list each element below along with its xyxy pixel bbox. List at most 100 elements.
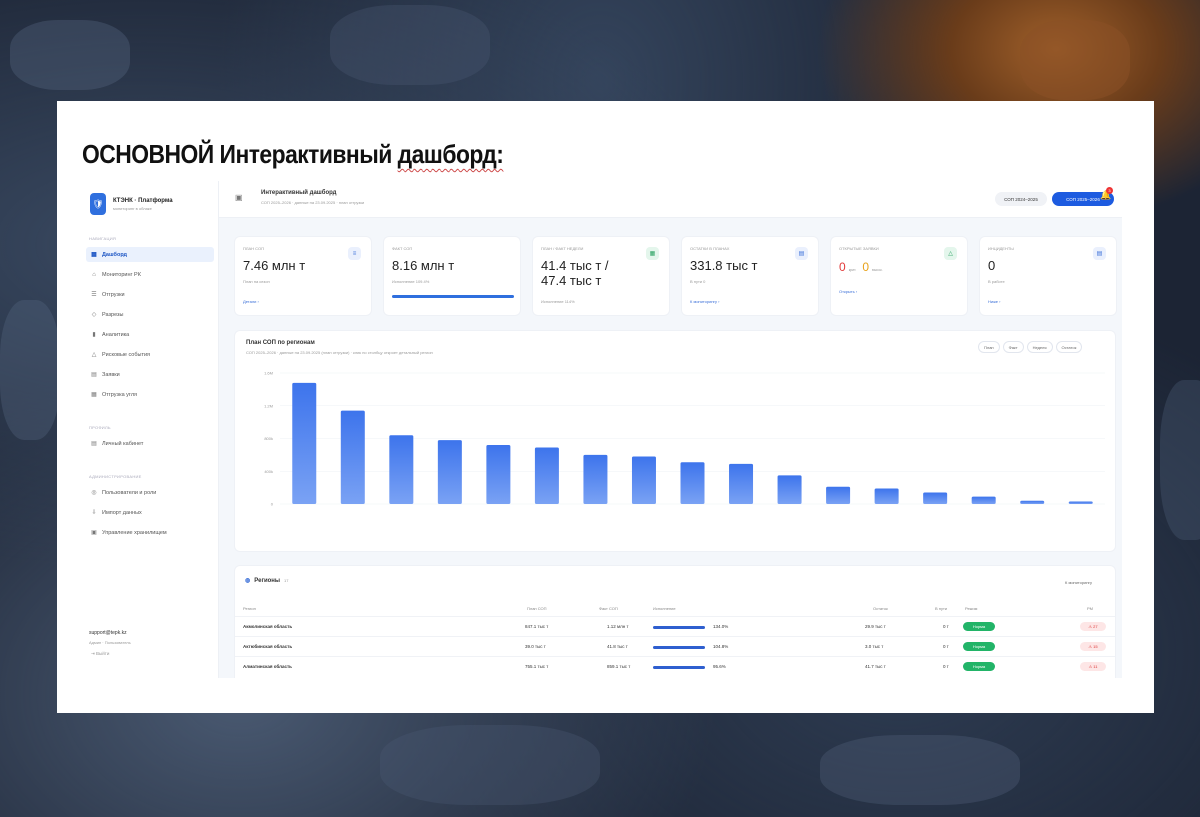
col-header-fact[interactable]: Факт СОП	[599, 606, 618, 611]
sidebar: 🛡 КТЭНК · Платформа мониторинг в облаке …	[82, 181, 219, 678]
slide-title: ОСНОВНОЙ Интерактивный дашборд:	[82, 139, 504, 170]
kpi-split-values: 0 крит. 0 высок.	[839, 260, 889, 274]
period-button-2024[interactable]: СОП 2024–2025	[995, 192, 1047, 206]
sidebar-item-monitoring[interactable]: ⌂ Мониторинг РК	[86, 267, 214, 282]
col-header-mode[interactable]: Режим	[965, 606, 977, 611]
critical-count: 0	[839, 260, 846, 274]
background-stone	[820, 735, 1020, 805]
chart-bar[interactable]	[923, 492, 948, 504]
kpi-monitoring-link[interactable]: К мониторингу ›	[690, 299, 719, 304]
kpi-card-incidents[interactable]: ИНЦИДЕНТЫ 0 В работе Ниже › ▤	[980, 237, 1116, 315]
col-header-way[interactable]: В пути	[935, 606, 947, 611]
table-row[interactable]: Актюбинская область 39.0 тыс т 41.8 тыс …	[235, 636, 1115, 656]
cell-fact: 41.8 тыс т	[607, 644, 628, 649]
kpi-below-link[interactable]: Ниже ›	[988, 299, 1000, 304]
chart-bar[interactable]	[583, 454, 608, 504]
sidebar-item-requests[interactable]: ▤ Заявки	[86, 367, 214, 382]
sidebar-item-label: Отгрузки	[102, 291, 125, 298]
chart-bar[interactable]	[826, 486, 851, 504]
notification-badge: 3	[1106, 187, 1113, 194]
table-row[interactable]: Алматинская область 755.1 тыс т 859.1 ты…	[235, 656, 1115, 676]
sidebar-item-storage[interactable]: ▣ Управление хранилищем	[86, 525, 214, 540]
calendar-icon: ▦	[646, 247, 659, 260]
list-icon: ☰	[91, 292, 97, 298]
logout-button[interactable]: ⇥ Выйти	[89, 651, 131, 657]
chart-tab-fact[interactable]: Факт	[1002, 341, 1024, 353]
sidebar-footer: support@tepk.kz Админ · Пользователь ⇥ В…	[89, 630, 131, 657]
chart-bar[interactable]	[680, 462, 705, 504]
chart-bar[interactable]	[340, 410, 365, 504]
chart-bar[interactable]	[777, 475, 802, 504]
chart-bar[interactable]	[729, 463, 754, 504]
download-icon: ⇩	[91, 510, 97, 516]
sidebar-item-personal-account[interactable]: ▤ Личный кабинет	[86, 436, 214, 451]
brand[interactable]: 🛡 КТЭНК · Платформа мониторинг в облаке	[90, 193, 173, 215]
col-header-rest[interactable]: Остаток	[873, 606, 888, 611]
y-tick-label: 400k	[264, 469, 273, 474]
shield-icon: 🛡	[90, 193, 106, 215]
rm-badge: ⚠ 11	[1080, 662, 1106, 671]
chart-bar[interactable]	[874, 488, 899, 504]
slide-title-underlined: дашборд:	[397, 139, 504, 169]
table-row[interactable]: Акмолинская область 847.1 тыс т 1.12 млн…	[235, 616, 1115, 636]
exec-progress-bar	[653, 646, 705, 649]
high-label: высок.	[872, 268, 883, 272]
top-header: ▣ Интерактивный дашборд СОП 2025–2026 · …	[219, 181, 1122, 218]
col-header-plan[interactable]: План СОП	[527, 606, 547, 611]
chart-tab-plan[interactable]: План	[978, 341, 1000, 353]
sidebar-item-analytics[interactable]: ▮ Аналитика	[86, 327, 214, 342]
kpi-sub: В пути 0	[690, 279, 706, 284]
sidebar-item-label: Личный кабинет	[102, 440, 144, 447]
kpi-card-plan[interactable]: ПЛАН СОП 7.46 млн т План на сезон Детали…	[235, 237, 371, 315]
sidebar-item-shipments[interactable]: ☰ Отгрузки	[86, 287, 214, 302]
kpi-card-open-requests[interactable]: ОТКРЫТЫЕ ЗАЯВКИ 0 крит. 0 высок. Открыть ›…	[831, 237, 967, 315]
chart-bar[interactable]	[631, 456, 656, 504]
kpi-card-remains[interactable]: ОСТАТКИ В ПЛАНАХ 331.8 тыс т В пути 0 К …	[682, 237, 818, 315]
kpi-value: 41.4 тыс т /47.4 тыс т	[541, 258, 609, 288]
status-badge: Норма	[963, 642, 995, 651]
sidebar-item-mines[interactable]: ◇ Разрезы	[86, 307, 214, 322]
sidebar-item-coal-shipment[interactable]: ▦ Отгрузка угля	[86, 387, 214, 402]
kpi-label: ОТКРЫТЫЕ ЗАЯВКИ	[839, 246, 879, 251]
cell-way: 0 т	[943, 644, 949, 649]
kpi-card-fact[interactable]: ФАКТ СОП 8.16 млн т Исполнение 109.4%	[384, 237, 520, 315]
kpi-label: ИНЦИДЕНТЫ	[988, 246, 1014, 251]
sidebar-item-risk-events[interactable]: △ Рисковые события	[86, 347, 214, 362]
kpi-label: ПЛАН / ФАКТ НЕДЕЛИ	[541, 246, 584, 251]
critical-label: крит.	[848, 268, 857, 272]
kpi-details-link[interactable]: Детали ›	[243, 299, 259, 304]
col-header-region[interactable]: Регион	[243, 606, 256, 611]
kpi-open-link[interactable]: Открыть ›	[839, 289, 857, 294]
chart-bar[interactable]	[486, 445, 511, 504]
kpi-card-week[interactable]: ПЛАН / ФАКТ НЕДЕЛИ 41.4 тыс т /47.4 тыс …	[533, 237, 669, 315]
list-icon: ≡	[348, 247, 361, 260]
cell-plan: 39.0 тыс т	[525, 644, 546, 649]
chart-tab-remain[interactable]: Остаток	[1055, 341, 1083, 353]
kpi-value-fact: 47.4 тыс т	[541, 273, 602, 288]
exec-progress-bar	[653, 666, 705, 669]
menu-toggle-icon[interactable]: ▣	[235, 193, 243, 202]
presentation-slide: ОСНОВНОЙ Интерактивный дашборд: 🛡 КТЭНК …	[57, 101, 1154, 713]
chart-bar[interactable]	[292, 382, 317, 504]
sidebar-item-data-import[interactable]: ⇩ Импорт данных	[86, 505, 214, 520]
background-stone	[0, 300, 60, 440]
chart-bar[interactable]	[389, 435, 414, 504]
chart-bar[interactable]	[1020, 500, 1045, 504]
chart-bar[interactable]	[1068, 501, 1093, 504]
chart-title: План СОП по регионам	[246, 340, 315, 346]
col-header-rm[interactable]: РМ	[1087, 606, 1093, 611]
sidebar-item-label: Пользователи и роли	[102, 489, 157, 496]
sidebar-item-users-roles[interactable]: ◎ Пользователи и роли	[86, 485, 214, 500]
table-monitoring-link[interactable]: К мониторингу	[1065, 580, 1092, 585]
sidebar-item-label: Рисковые события	[102, 351, 151, 358]
kpi-value: 8.16 млн т	[392, 258, 455, 273]
col-header-exec[interactable]: Исполнение	[653, 606, 676, 611]
chart-bar[interactable]	[971, 496, 996, 504]
chart-tab-week[interactable]: Неделя	[1026, 341, 1053, 353]
kpi-sub: Исполнение 114%	[541, 299, 575, 304]
sidebar-item-label: Дашборд	[102, 251, 128, 258]
chart-bar[interactable]	[534, 447, 559, 504]
sidebar-item-dashboard[interactable]: ▦ Дашборд	[86, 247, 214, 262]
status-badge: Норма	[963, 662, 995, 671]
chart-bar[interactable]	[437, 440, 462, 504]
